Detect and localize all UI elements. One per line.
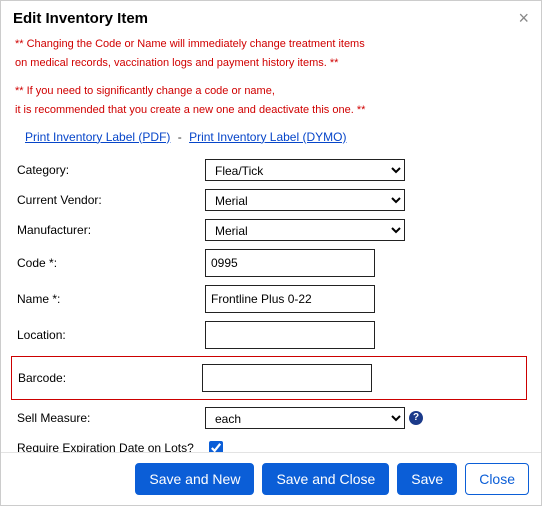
save-and-new-button[interactable]: Save and New [135,463,254,495]
row-name: Name *: [15,284,527,314]
link-separator: - [178,130,182,144]
vendor-select[interactable]: Merial [205,189,405,211]
print-dymo-link[interactable]: Print Inventory Label (DYMO) [189,130,346,144]
warning-line: it is recommended that you create a new … [15,101,527,120]
row-sell-measure: Sell Measure: each ? [15,406,527,430]
save-button[interactable]: Save [397,463,457,495]
require-exp-checkbox[interactable] [209,441,223,452]
manufacturer-label: Manufacturer: [15,223,205,237]
row-code: Code *: [15,248,527,278]
category-label: Category: [15,163,205,177]
manufacturer-select[interactable]: Merial [205,219,405,241]
close-icon[interactable]: × [518,9,529,27]
code-input[interactable] [205,249,375,277]
dialog-footer: Save and New Save and Close Save Close [1,452,541,505]
location-label: Location: [15,328,205,342]
name-label: Name *: [15,292,205,306]
warning-change: ** Changing the Code or Name will immedi… [15,35,527,72]
category-select[interactable]: Flea/Tick [205,159,405,181]
location-input[interactable] [205,321,375,349]
code-label: Code *: [15,256,205,270]
require-exp-label: Require Expiration Date on Lots? [15,441,205,452]
barcode-label: Barcode: [12,371,202,385]
name-input[interactable] [205,285,375,313]
row-vendor: Current Vendor: Merial [15,188,527,212]
sell-measure-select[interactable]: each [205,407,405,429]
save-and-close-button[interactable]: Save and Close [262,463,389,495]
row-category: Category: Flea/Tick [15,158,527,182]
sell-measure-label: Sell Measure: [15,411,205,425]
vendor-label: Current Vendor: [15,193,205,207]
close-button[interactable]: Close [465,463,529,495]
warning-line: ** Changing the Code or Name will immedi… [15,35,527,54]
print-links: Print Inventory Label (PDF) - Print Inve… [25,130,527,144]
print-pdf-link[interactable]: Print Inventory Label (PDF) [25,130,170,144]
warning-recommend: ** If you need to significantly change a… [15,82,527,119]
barcode-input[interactable] [202,364,372,392]
dialog-header: Edit Inventory Item × [1,1,541,33]
row-location: Location: [15,320,527,350]
row-require-exp: Require Expiration Date on Lots? [15,436,527,452]
row-manufacturer: Manufacturer: Merial [15,218,527,242]
dialog-body[interactable]: ** Changing the Code or Name will immedi… [1,33,541,452]
dialog-title: Edit Inventory Item [13,10,148,27]
warning-line: on medical records, vaccination logs and… [15,54,527,73]
barcode-highlight-box: Barcode: [11,356,527,400]
help-icon[interactable]: ? [409,411,423,425]
row-barcode: Barcode: [12,363,522,393]
warning-line: ** If you need to significantly change a… [15,82,527,101]
edit-inventory-dialog: Edit Inventory Item × ** Changing the Co… [0,0,542,506]
